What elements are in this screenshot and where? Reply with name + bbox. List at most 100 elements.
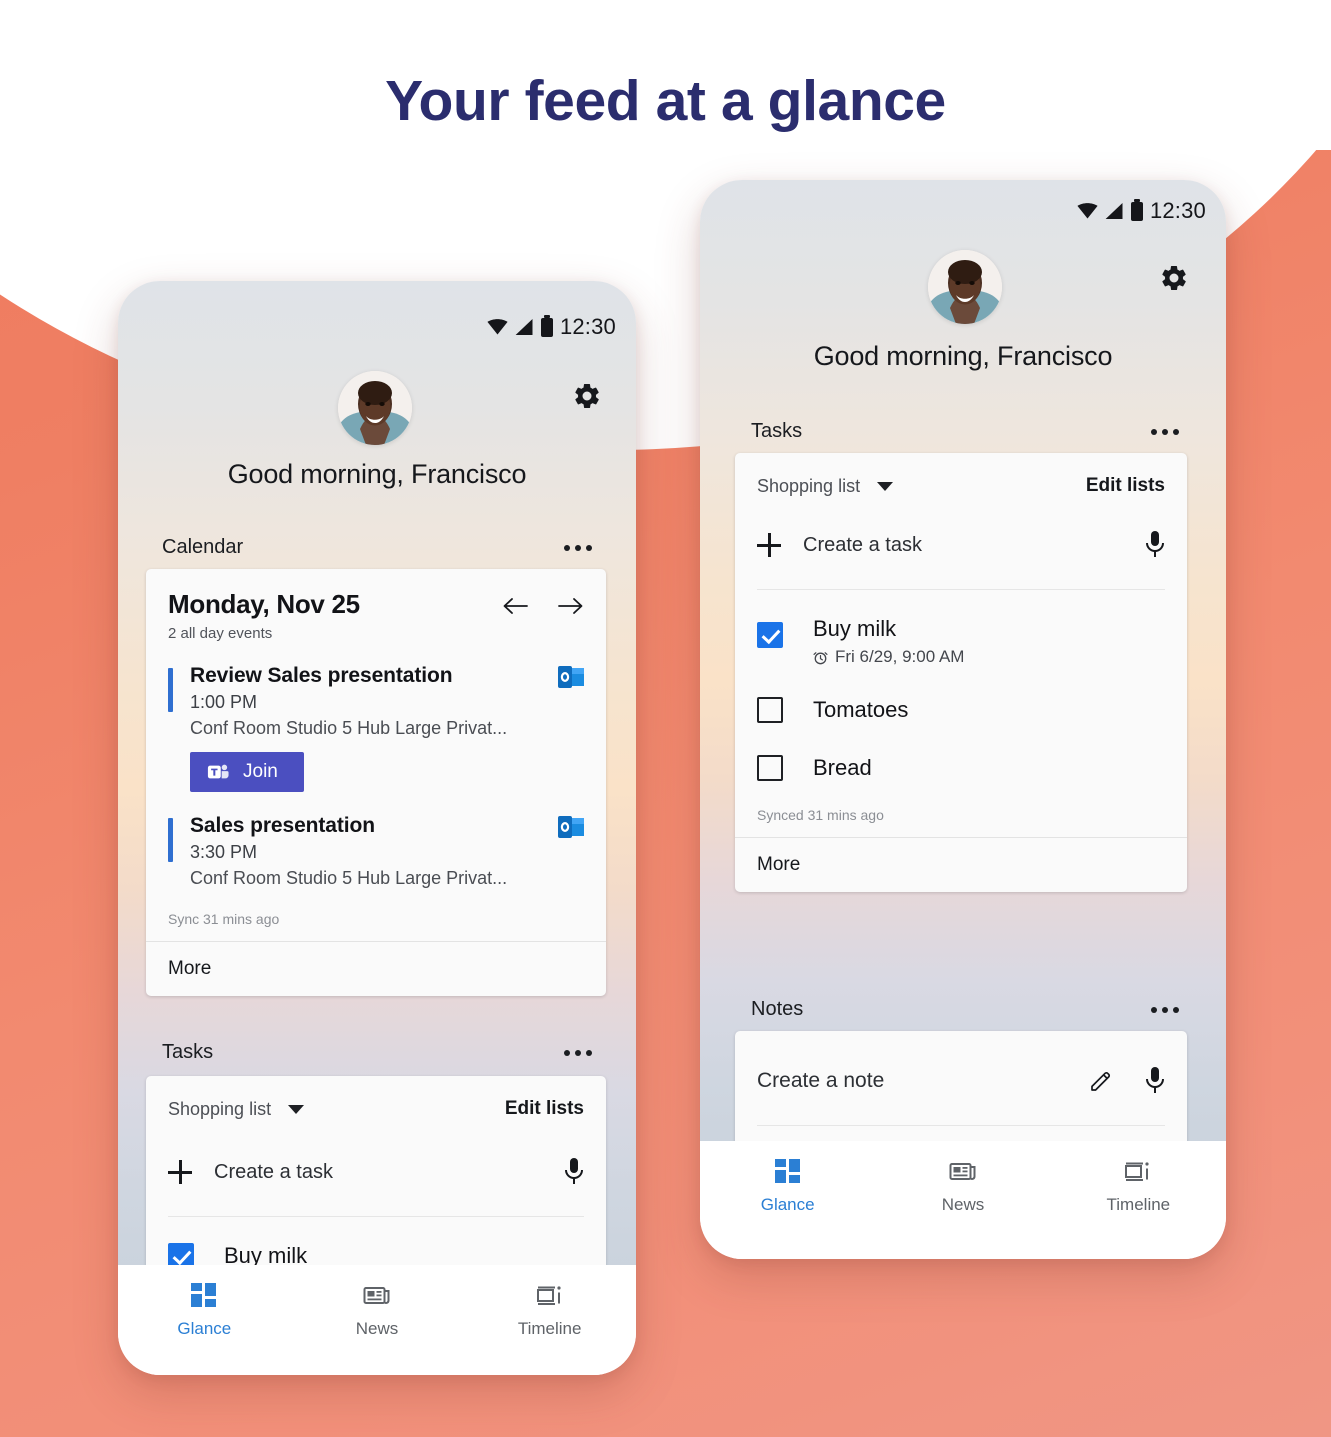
greeting-text: Good morning, Francisco — [813, 341, 1113, 371]
avatar[interactable] — [338, 371, 412, 445]
event-time: 1:00 PM — [190, 692, 258, 712]
event-location: Conf Room Studio 5 Hub Large Privat... — [190, 868, 508, 888]
status-bar-time: 12:30 — [1149, 198, 1206, 223]
screen-left: 12:30 Good morning, Francisco Calendar M… — [118, 281, 636, 1375]
status-bar-right: 12:30 — [1077, 198, 1206, 224]
join-button[interactable]: Join — [190, 752, 304, 792]
alarm-icon — [813, 651, 828, 664]
arrow-right-icon[interactable] — [558, 595, 584, 617]
news-icon — [363, 1287, 390, 1304]
timeline-icon — [536, 1286, 561, 1305]
teams-icon — [207, 764, 229, 779]
more-options-icon[interactable] — [562, 539, 594, 557]
gear-icon[interactable] — [572, 381, 602, 411]
page-title: Your feed at a glance — [385, 69, 946, 133]
nav-item-glance[interactable]: Glance — [119, 1281, 290, 1339]
edit-lists-button[interactable]: Edit lists — [1086, 475, 1165, 497]
create-task-row[interactable]: Create a task — [757, 531, 1165, 559]
avatar[interactable] — [928, 250, 1002, 324]
notes-section-header: Notes — [751, 998, 1181, 1021]
nav-item-news[interactable]: News — [876, 1157, 1050, 1215]
calendar-event[interactable]: Sales presentation 3:30 PM Conf Room Stu… — [168, 814, 584, 889]
plus-icon — [168, 1160, 192, 1184]
join-button-label: Join — [243, 761, 278, 782]
calendar-subtitle: 2 all day events — [168, 625, 273, 642]
event-title: Sales presentation — [190, 814, 375, 837]
status-bar-left: 12:30 — [487, 314, 616, 340]
nav-label-glance: Glance — [760, 1195, 815, 1214]
event-color-bar — [168, 818, 173, 862]
tasks-sync-status: Synced 31 mins ago — [757, 807, 884, 823]
create-task-label: Create a task — [214, 1160, 333, 1183]
event-color-bar — [168, 668, 173, 712]
nav-label-glance: Glance — [177, 1319, 232, 1338]
plus-icon — [757, 533, 781, 557]
gear-icon[interactable] — [1159, 263, 1189, 293]
task-list-name: Shopping list — [168, 1098, 272, 1119]
microphone-icon[interactable] — [1145, 531, 1165, 559]
event-location: Conf Room Studio 5 Hub Large Privat... — [190, 718, 508, 738]
edit-lists-button[interactable]: Edit lists — [505, 1098, 584, 1120]
battery-icon — [540, 314, 553, 337]
greeting-text: Good morning, Francisco — [227, 459, 527, 489]
nav-label-timeline: Timeline — [517, 1319, 582, 1338]
more-options-icon[interactable] — [1149, 423, 1181, 441]
task-row[interactable]: Buy milk Fri 6/29, 9:00 AM — [757, 616, 1165, 667]
card-divider — [757, 1125, 1165, 1126]
microphone-icon[interactable] — [564, 1158, 584, 1186]
event-time: 3:30 PM — [190, 842, 258, 862]
glance-icon — [774, 1159, 800, 1183]
create-note-row[interactable]: Create a note — [757, 1067, 1165, 1095]
calendar-section-header: Calendar — [162, 536, 594, 559]
nav-label-timeline: Timeline — [1106, 1195, 1171, 1214]
signal-icon — [515, 319, 533, 335]
calendar-event[interactable]: Review Sales presentation 1:00 PM Conf R… — [168, 664, 584, 792]
news-icon — [949, 1163, 976, 1180]
create-task-label: Create a task — [803, 533, 922, 556]
more-options-icon[interactable] — [562, 1044, 594, 1062]
user-avatar-image — [338, 371, 412, 445]
create-task-row[interactable]: Create a task — [168, 1158, 584, 1186]
calendar-more-button[interactable]: More — [146, 942, 606, 996]
task-list-name: Shopping list — [757, 475, 861, 496]
task-checkbox[interactable] — [757, 622, 783, 648]
tasks-section-title: Tasks — [162, 1041, 214, 1063]
task-row[interactable]: Tomatoes — [757, 697, 1165, 723]
task-due-date: Fri 6/29, 9:00 AM — [813, 647, 964, 667]
task-row[interactable]: Bread — [757, 755, 1165, 781]
nav-item-glance[interactable]: Glance — [701, 1157, 875, 1215]
task-list-selector[interactable]: Shopping list — [168, 1098, 305, 1120]
bottom-navigation-left: Glance News Timeline — [118, 1265, 636, 1375]
tasks-more-button[interactable]: More — [735, 838, 1187, 892]
nav-item-timeline[interactable]: Timeline — [464, 1281, 635, 1339]
tasks-section-title: Tasks — [751, 420, 803, 442]
create-note-label: Create a note — [757, 1069, 885, 1092]
signal-icon — [1105, 203, 1123, 219]
glance-icon — [191, 1283, 217, 1307]
tasks-section-header: Tasks — [162, 1041, 594, 1064]
microphone-icon[interactable] — [1145, 1067, 1165, 1095]
task-label: Tomatoes — [813, 697, 909, 722]
more-options-icon[interactable] — [1149, 1001, 1181, 1019]
arrow-left-icon[interactable] — [502, 595, 528, 617]
notes-section-title: Notes — [751, 998, 804, 1020]
task-list-selector[interactable]: Shopping list — [757, 475, 894, 497]
tasks-list-toolbar: Shopping list Edit lists — [757, 475, 1165, 497]
calendar-date: Monday, Nov 25 — [168, 589, 360, 619]
timeline-icon — [1125, 1162, 1149, 1181]
task-label: Buy milk — [813, 616, 897, 641]
chevron-down-icon — [877, 481, 894, 491]
event-title: Review Sales presentation — [190, 664, 453, 687]
wifi-icon — [487, 319, 508, 335]
task-checkbox[interactable] — [757, 755, 783, 781]
task-label: Bread — [813, 755, 872, 780]
task-checkbox[interactable] — [757, 697, 783, 723]
tasks-section-header: Tasks — [751, 420, 1181, 443]
pencil-icon[interactable] — [1089, 1069, 1113, 1093]
calendar-section-title: Calendar — [162, 536, 244, 558]
outlook-icon — [558, 816, 584, 838]
calendar-card: Monday, Nov 25 2 all day events Review S… — [146, 569, 606, 996]
nav-item-timeline[interactable]: Timeline — [1052, 1157, 1226, 1215]
nav-item-news[interactable]: News — [292, 1281, 463, 1339]
outlook-icon — [558, 666, 584, 688]
